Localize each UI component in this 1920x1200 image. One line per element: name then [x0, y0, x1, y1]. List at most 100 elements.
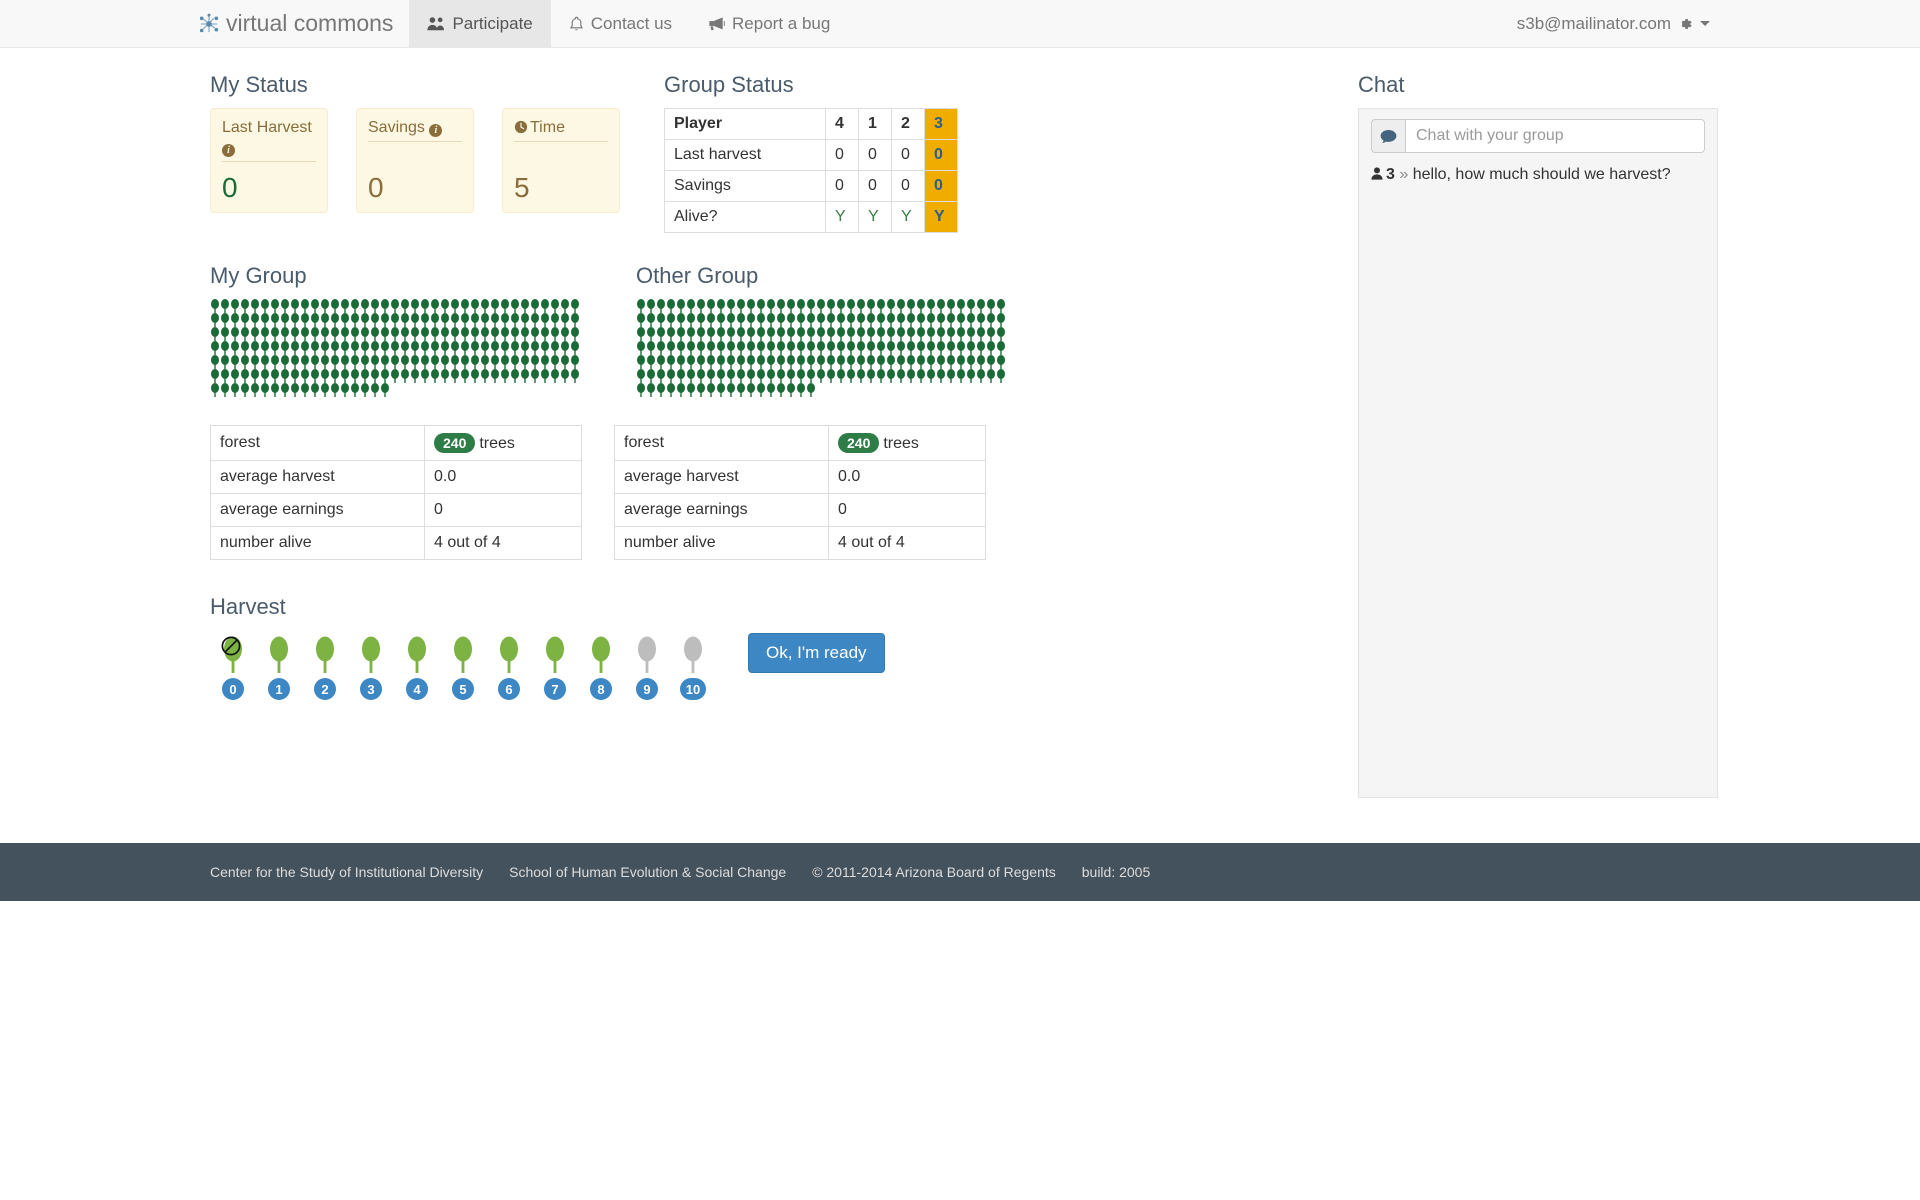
forest-tree-icon: [571, 355, 579, 369]
forest-tree-icon: [967, 327, 975, 341]
forest-tree-icon: [817, 327, 825, 341]
forest-tree-icon: [461, 313, 469, 327]
forest-tree-icon: [411, 369, 419, 383]
chat-message-arrow: »: [1399, 166, 1409, 183]
forest-tree-icon: [321, 369, 329, 383]
forest-tree-icon: [967, 313, 975, 327]
chat-input[interactable]: [1405, 119, 1705, 153]
forest-tree-icon: [957, 313, 965, 327]
forest-tree-icon: [857, 299, 865, 313]
forest-tree-icon: [647, 299, 655, 313]
group-status-title: Group Status: [664, 72, 794, 97]
key-forest: forest: [210, 425, 425, 461]
forest-tree-icon: [677, 369, 685, 383]
forest-tree-icon: [667, 369, 675, 383]
forest-tree-icon: [521, 355, 529, 369]
forest-tree-icon: [501, 341, 509, 355]
forest-tree-icon: [381, 341, 389, 355]
harvest-option-badge: 7: [544, 678, 566, 700]
forest-tree-icon: [371, 355, 379, 369]
harvest-option-5[interactable]: 5: [440, 630, 486, 700]
forest-tree-icon: [331, 355, 339, 369]
forest-tree-icon: [657, 299, 665, 313]
forest-tree-icon: [827, 313, 835, 327]
forest-tree-icon: [657, 327, 665, 341]
forest-tree-icon: [501, 355, 509, 369]
chat-column: Chat 3 » hello, how much should we harve…: [1350, 62, 1718, 798]
forest-tree-icon: [907, 369, 915, 383]
forest-tree-icon: [371, 383, 379, 397]
forest-tree-icon: [947, 355, 955, 369]
forest-tree-icon: [987, 369, 995, 383]
harvest-option-9[interactable]: 9: [624, 630, 670, 700]
table-row: forest 240 trees: [614, 425, 986, 461]
forest-tree-icon: [331, 327, 339, 341]
forest-tree-icon: [301, 299, 309, 313]
harvest-option-3[interactable]: 3: [348, 630, 394, 700]
forest-tree-icon: [491, 299, 499, 313]
harvest-option-4[interactable]: 4: [394, 630, 440, 700]
ok-im-ready-button[interactable]: Ok, I'm ready: [748, 633, 885, 673]
forest-tree-icon: [481, 369, 489, 383]
forest-tree-icon: [707, 383, 715, 397]
forest-tree-icon: [647, 313, 655, 327]
nav-contact-us[interactable]: Contact us: [551, 0, 690, 47]
key-forest: forest: [614, 425, 829, 461]
forest-tree-icon: [647, 355, 655, 369]
status-card-time: Time 5: [502, 108, 620, 213]
forest-tree-icon: [311, 369, 319, 383]
forest-tree-icon: [441, 369, 449, 383]
forest-tree-icon: [977, 313, 985, 327]
forest-tree-icon: [787, 341, 795, 355]
harvest-option-1[interactable]: 1: [256, 630, 302, 700]
other-group-tree-grid: [636, 299, 1008, 397]
forest-tree-icon: [281, 369, 289, 383]
info-circle-icon[interactable]: i: [222, 144, 235, 157]
forest-tree-icon: [241, 383, 249, 397]
forest-tree-icon: [717, 313, 725, 327]
nav-participate[interactable]: Participate: [409, 0, 551, 47]
harvest-option-badge: 3: [360, 678, 382, 700]
forest-tree-icon: [637, 313, 645, 327]
forest-tree-icon: [797, 341, 805, 355]
user-menu[interactable]: s3b@mailinator.com: [1509, 14, 1718, 34]
forest-tree-icon: [687, 327, 695, 341]
table-row: forest 240 trees: [210, 425, 582, 461]
footer-item-csid: Center for the Study of Institutional Di…: [210, 864, 484, 880]
nav-report-a-bug[interactable]: Report a bug: [690, 0, 848, 47]
table-row: number alive 4 out of 4: [210, 526, 582, 560]
forest-tree-icon: [311, 341, 319, 355]
forest-tree-icon: [411, 327, 419, 341]
tree-disabled-icon: [218, 630, 248, 674]
forest-tree-icon: [371, 299, 379, 313]
harvest-option-6[interactable]: 6: [486, 630, 532, 700]
harvest-option-8[interactable]: 8: [578, 630, 624, 700]
forest-tree-icon: [947, 299, 955, 313]
forest-tree-icon: [767, 299, 775, 313]
brand-link[interactable]: virtual commons: [192, 0, 409, 47]
forest-tree-icon: [281, 383, 289, 397]
forest-tree-icon: [301, 327, 309, 341]
info-circle-icon[interactable]: i: [429, 124, 443, 137]
harvest-option-7[interactable]: 7: [532, 630, 578, 700]
forest-tree-icon: [637, 369, 645, 383]
harvest-option-0[interactable]: 0: [210, 630, 256, 700]
forest-tree-icon: [777, 327, 785, 341]
harvest-option-10[interactable]: 10: [670, 630, 716, 700]
forest-tree-icon: [441, 299, 449, 313]
forest-tree-icon: [697, 355, 705, 369]
forest-tree-icon: [441, 313, 449, 327]
left-column: My Status Last Harvest i 0 Savings i 0 T…: [192, 62, 1350, 798]
forest-tree-icon: [947, 313, 955, 327]
forest-tree-icon: [501, 299, 509, 313]
group-status-section: Group Status Player 4 1 2 3 Last harvest…: [664, 62, 958, 233]
forest-tree-icon: [541, 341, 549, 355]
forest-tree-icon: [887, 313, 895, 327]
forest-tree-icon: [797, 383, 805, 397]
tree-icon: [494, 630, 524, 674]
forest-tree-icon: [381, 355, 389, 369]
harvest-option-2[interactable]: 2: [302, 630, 348, 700]
forest-tree-icon: [411, 355, 419, 369]
forest-tree-icon: [281, 313, 289, 327]
forest-tree-icon: [777, 313, 785, 327]
